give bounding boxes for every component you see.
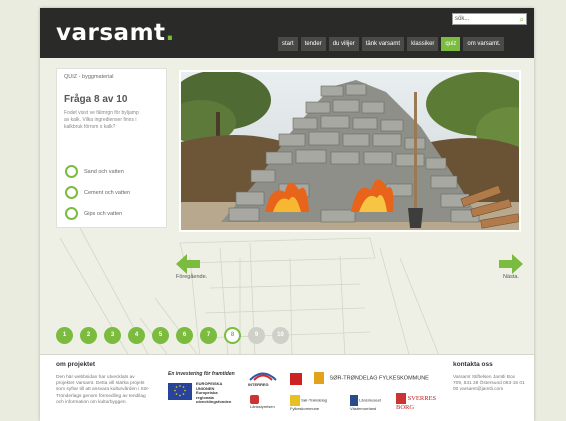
footer: om projektet Den här webbsidan har utvec…	[40, 354, 534, 421]
page-background: varsamt. sök... ⌕ start tender du vilijer t…	[0, 0, 566, 421]
progress-dot-6[interactable]: 6	[176, 327, 193, 344]
next-label: Nästa.	[503, 274, 519, 280]
investment-title: En investering för framtiden	[168, 371, 235, 377]
kiln-fire-image	[181, 72, 519, 230]
nav-item-start[interactable]: start	[278, 37, 298, 51]
lansmuseet-logo[interactable]: Länsmuseet Västernorrland	[350, 395, 390, 411]
main-nav: start tender du vilijer tänk varsamt klassik…	[278, 37, 505, 51]
lansstyrelsen-logo[interactable]: Länsstyrelsen	[250, 395, 280, 409]
answer-option-1[interactable]: Sand och vatten	[65, 165, 124, 178]
prev-button[interactable]: Föregående.	[176, 254, 207, 280]
eu-text: EUROPEISKA UNIONEN Europeiska regionala …	[196, 381, 232, 405]
radio-icon[interactable]	[65, 165, 78, 178]
progress-dot-1[interactable]: 1	[56, 327, 73, 344]
site-frame: varsamt. sök... ⌕ start tender du vilijer t…	[40, 8, 534, 421]
prev-label: Föregående.	[176, 274, 208, 280]
question-progress: 1 2 3 4 5 6 7 8 9 10	[56, 327, 289, 344]
quiz-card: QUIZ - byggmaterial Fråga 8 av 10 Fodet …	[56, 68, 167, 228]
progress-dot-8[interactable]: 8	[224, 327, 241, 344]
progress-dot-4[interactable]: 4	[128, 327, 145, 344]
progress-dot-10[interactable]: 10	[272, 327, 289, 344]
nav-item-klassiker[interactable]: klassiker	[407, 37, 439, 51]
progress-dot-2[interactable]: 2	[80, 327, 97, 344]
question-text: Fodet visst ve fälmrgn för byljamp av ka…	[64, 110, 139, 130]
question-heading: Fråga 8 av 10	[64, 94, 128, 105]
nav-item-t-nk-varsamt[interactable]: tänk varsamt	[361, 37, 405, 51]
search-icon[interactable]: ⌕	[520, 14, 524, 25]
arrow-left-icon	[176, 254, 200, 274]
quiz-photo	[179, 70, 521, 232]
site-logo[interactable]: varsamt.	[56, 20, 175, 46]
header: varsamt. sök... ⌕ start tender du vilijer t…	[40, 8, 534, 58]
progress-dot-3[interactable]: 3	[104, 327, 121, 344]
eu-flag-logo	[168, 383, 192, 400]
contact-text: Varsamt Stiftelsen Jamtli Box 709, 831 2…	[453, 375, 525, 393]
nav-item-tender[interactable]: tender	[300, 37, 326, 51]
progress-dot-5[interactable]: 5	[152, 327, 169, 344]
progress-dot-7[interactable]: 7	[200, 327, 217, 344]
contact-section: kontakta oss Varsamt Stiftelsen Jamtli B…	[453, 361, 525, 394]
radio-icon[interactable]	[65, 207, 78, 220]
about-title: om projektet	[56, 361, 96, 368]
search-input[interactable]: sök... ⌕	[452, 13, 527, 25]
nav-item-om-varsamt[interactable]: om varsamt.	[463, 37, 505, 51]
quiz-category: QUIZ - byggmaterial	[64, 74, 114, 80]
next-button[interactable]: Nästa.	[499, 254, 523, 280]
interreg-logo[interactable]: INTERREG	[248, 371, 278, 387]
answer-option-3[interactable]: Gips och vatten	[65, 207, 122, 220]
nav-item-quiz[interactable]: quiz	[441, 37, 461, 51]
radio-icon[interactable]	[65, 186, 78, 199]
about-text: Den här webbsidan har utvecklats av proj…	[56, 375, 150, 405]
arrow-right-icon	[499, 254, 523, 274]
about-section: om projektet Den här webbsidan har utvec…	[56, 361, 151, 406]
sverresborg-logo[interactable]: SVERRES BORG	[396, 393, 444, 411]
coat-of-arms-red-icon	[290, 373, 302, 385]
fylkeskommune-logo[interactable]: Sør-Trøndelag Fylkeskommune	[290, 395, 330, 411]
answer-option-2[interactable]: Cement och vatten	[65, 186, 130, 199]
nav-item-du-vilijer[interactable]: du vilijer	[328, 37, 359, 51]
contact-title: kontakta oss	[453, 361, 493, 368]
progress-dot-9[interactable]: 9	[248, 327, 265, 344]
